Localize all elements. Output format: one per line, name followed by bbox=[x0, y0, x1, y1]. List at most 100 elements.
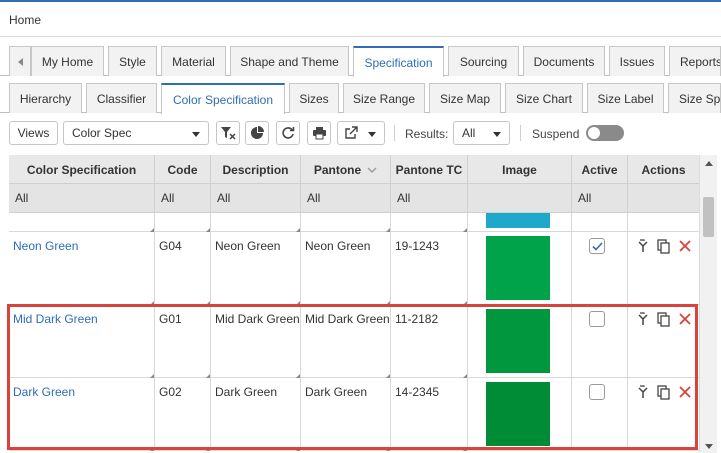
cell-code: G04 bbox=[155, 232, 211, 305]
filter-pantone[interactable]: All bbox=[301, 184, 391, 213]
subtab-size-label[interactable]: Size Label bbox=[587, 83, 664, 113]
subtab-size-range[interactable]: Size Range bbox=[343, 83, 425, 113]
copy-icon[interactable] bbox=[656, 238, 670, 254]
suspend-toggle[interactable] bbox=[586, 125, 624, 141]
color-spec-link[interactable]: Mid Dark Green bbox=[13, 312, 98, 326]
tab-sourcing[interactable]: Sourcing bbox=[448, 46, 519, 76]
tab-specification[interactable]: Specification bbox=[353, 46, 444, 77]
cell-image bbox=[468, 378, 572, 451]
cell-name: Neon Green bbox=[9, 232, 155, 305]
export-button[interactable] bbox=[337, 121, 385, 145]
cell-pantone-tc: 14-2345 bbox=[391, 378, 468, 451]
views-button[interactable]: Views bbox=[9, 121, 58, 145]
description-value: Neon Green bbox=[215, 239, 281, 253]
tab-material[interactable]: Material bbox=[161, 46, 226, 76]
resize-handle[interactable] bbox=[296, 447, 300, 451]
column-header-code[interactable]: Code bbox=[155, 155, 211, 184]
cell-code bbox=[155, 213, 211, 232]
results-label: Results: bbox=[405, 127, 449, 141]
subtab-size-map[interactable]: Size Map bbox=[429, 83, 501, 113]
delete-icon[interactable] bbox=[678, 384, 692, 400]
code-value: G01 bbox=[159, 312, 182, 326]
delete-icon[interactable] bbox=[678, 238, 692, 254]
column-header-image[interactable]: Image bbox=[468, 155, 572, 184]
tab-shape-and-theme[interactable]: Shape and Theme bbox=[230, 46, 349, 76]
print-button[interactable] bbox=[307, 121, 331, 145]
filter-active[interactable]: All bbox=[572, 184, 628, 213]
refresh-icon bbox=[282, 127, 295, 139]
chart-button[interactable] bbox=[245, 121, 269, 145]
merge-icon[interactable] bbox=[636, 311, 650, 327]
vertical-scrollbar[interactable] bbox=[699, 155, 717, 453]
results-select[interactable]: All bbox=[453, 121, 510, 145]
table-row[interactable]: Neon Green G04 Neon Green Neon Green 19-… bbox=[9, 232, 699, 305]
checkmark-icon bbox=[591, 241, 603, 251]
cell-image bbox=[468, 232, 572, 305]
chevron-left-icon bbox=[17, 57, 23, 66]
color-spec-link[interactable]: Dark Green bbox=[13, 385, 75, 399]
table-row[interactable]: Dark Green G02 Dark Green Dark Green 14-… bbox=[9, 378, 699, 451]
tab-issues[interactable]: Issues bbox=[609, 46, 665, 76]
active-checkbox[interactable] bbox=[589, 311, 605, 327]
active-checkbox[interactable] bbox=[589, 238, 605, 254]
tab-my-home[interactable]: My Home bbox=[31, 46, 104, 76]
chevron-down-icon bbox=[368, 132, 376, 137]
cell-active bbox=[572, 378, 628, 451]
grid-toolbar: Views Color Spec Results: All Suspend bbox=[0, 119, 721, 147]
column-header-active[interactable]: Active bbox=[572, 155, 628, 184]
cell-description: Mid Dark Green bbox=[211, 305, 301, 378]
subtab-classifier[interactable]: Classifier bbox=[86, 83, 157, 113]
sort-chevron-icon bbox=[367, 167, 377, 173]
suspend-label: Suspend bbox=[532, 127, 580, 141]
tab-style[interactable]: Style bbox=[108, 46, 157, 76]
column-header-color-specification[interactable]: Color Specification bbox=[9, 155, 155, 184]
refresh-button[interactable] bbox=[276, 121, 300, 145]
tab-scroll-left-button[interactable] bbox=[9, 46, 31, 76]
color-spec-link[interactable]: Neon Green bbox=[13, 239, 78, 253]
column-header-pantone[interactable]: Pantone bbox=[301, 155, 391, 184]
cell-actions bbox=[628, 232, 699, 305]
scrollbar-thumb[interactable] bbox=[703, 197, 714, 237]
filter-pantone-tc[interactable]: All bbox=[391, 184, 468, 213]
column-header-actions: Actions bbox=[641, 162, 686, 177]
tab-documents[interactable]: Documents bbox=[523, 46, 605, 76]
column-header-pantone-tc[interactable]: Pantone TC bbox=[391, 155, 468, 184]
filter-code[interactable]: All bbox=[155, 184, 211, 213]
pantone-value: Mid Dark Green bbox=[305, 312, 390, 326]
merge-icon[interactable] bbox=[636, 384, 650, 400]
table-row-partial[interactable] bbox=[9, 213, 699, 232]
subtab-size-spec[interactable]: Size Spe bbox=[668, 83, 721, 113]
resize-handle[interactable] bbox=[206, 447, 210, 451]
tab-reports[interactable]: Reports bbox=[669, 46, 721, 76]
cell-actions bbox=[628, 305, 699, 378]
column-header-description[interactable]: Description bbox=[211, 155, 301, 184]
merge-icon[interactable] bbox=[636, 238, 650, 254]
subtab-hierarchy[interactable]: Hierarchy bbox=[9, 83, 82, 113]
subtab-size-chart[interactable]: Size Chart bbox=[505, 83, 583, 113]
breadcrumb: Home bbox=[0, 2, 721, 37]
pantone-value: Dark Green bbox=[305, 385, 368, 399]
delete-icon[interactable] bbox=[678, 311, 692, 327]
table-row[interactable]: Mid Dark Green G01 Mid Dark Green Mid Da… bbox=[9, 305, 699, 378]
scroll-up-arrow-icon[interactable] bbox=[705, 161, 713, 166]
filter-description[interactable]: All bbox=[211, 184, 301, 213]
view-select[interactable]: Color Spec bbox=[63, 121, 209, 145]
resize-handle[interactable] bbox=[463, 447, 467, 451]
filter-image bbox=[468, 184, 572, 213]
main-tab-bar: My Home Style Material Shape and Theme S… bbox=[0, 46, 721, 77]
filter-actions bbox=[628, 184, 699, 213]
breadcrumb-home[interactable]: Home bbox=[9, 13, 41, 27]
active-checkbox[interactable] bbox=[589, 384, 605, 400]
copy-icon[interactable] bbox=[656, 384, 670, 400]
subtab-color-specification[interactable]: Color Specification bbox=[161, 83, 285, 114]
resize-handle[interactable] bbox=[150, 447, 154, 451]
clear-filter-icon bbox=[221, 127, 236, 140]
filter-color-specification[interactable]: All bbox=[9, 184, 155, 213]
toggle-knob bbox=[588, 127, 600, 139]
copy-icon[interactable] bbox=[656, 311, 670, 327]
resize-handle[interactable] bbox=[386, 447, 390, 451]
sub-tab-bar: Hierarchy Classifier Color Specification… bbox=[0, 83, 721, 114]
scroll-down-arrow-icon[interactable] bbox=[705, 444, 713, 449]
subtab-sizes[interactable]: Sizes bbox=[289, 83, 339, 113]
clear-filter-button[interactable] bbox=[216, 121, 240, 145]
